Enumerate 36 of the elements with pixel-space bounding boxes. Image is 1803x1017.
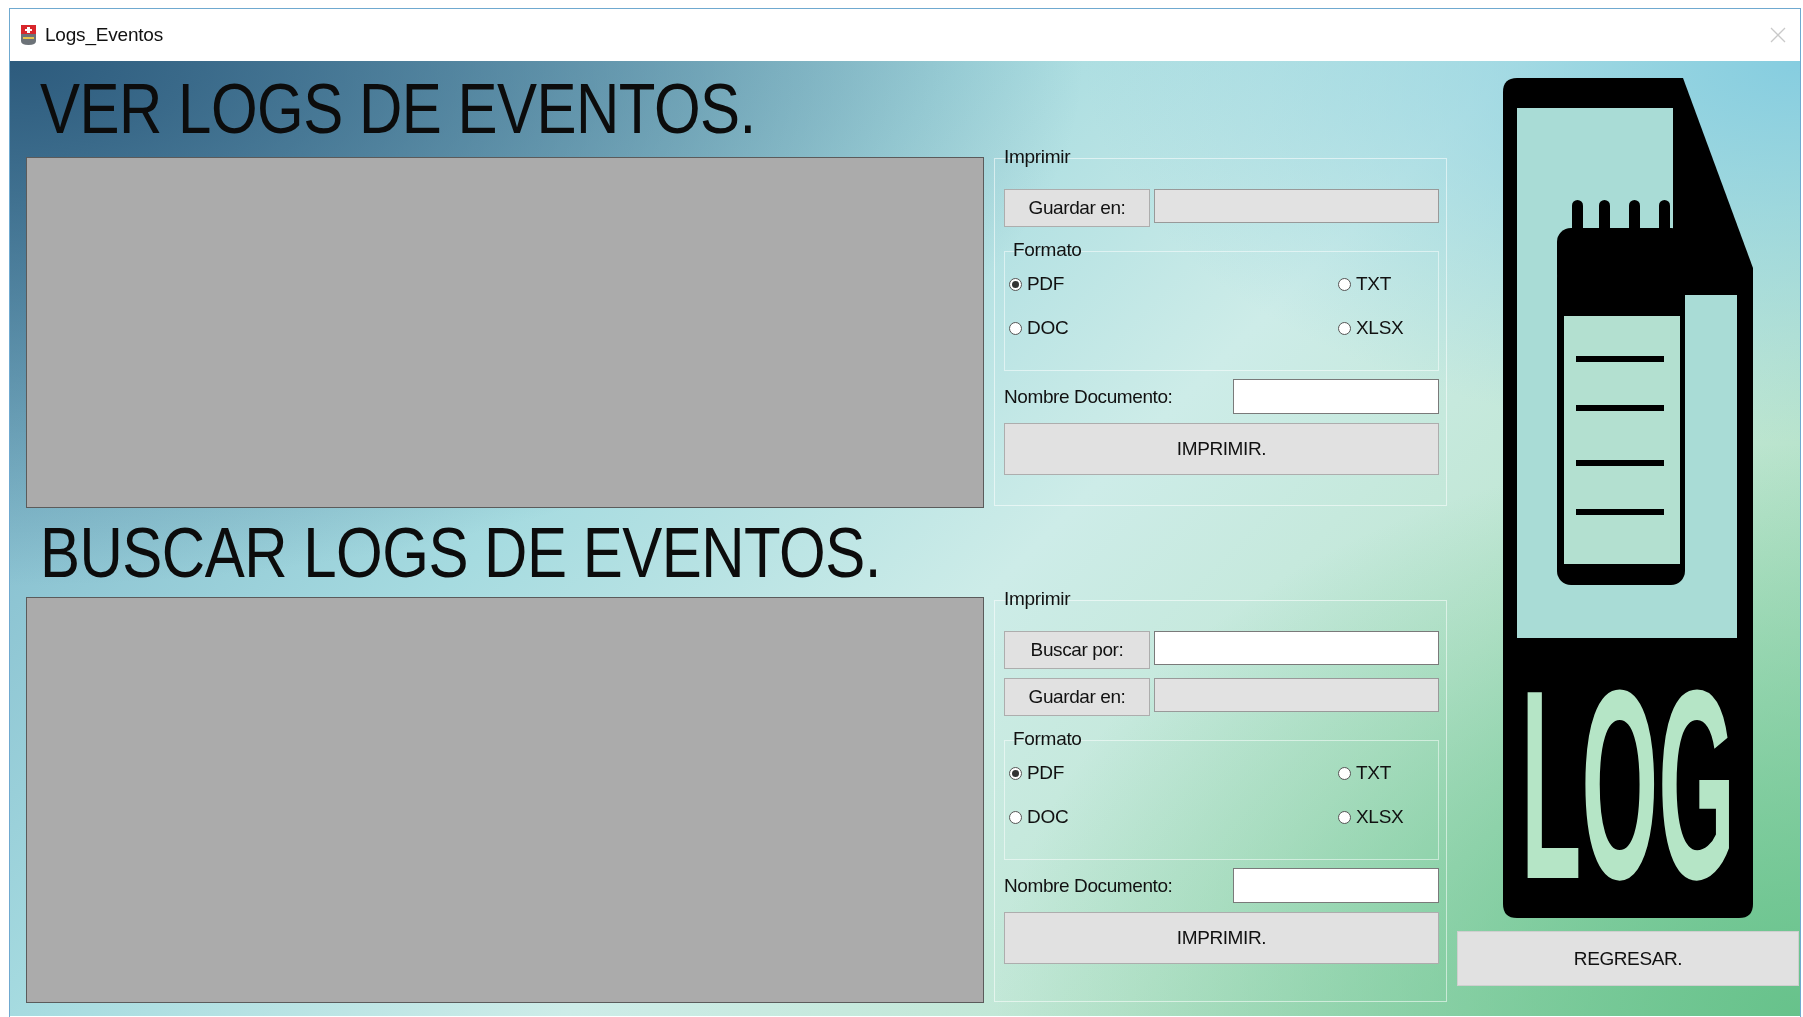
option-label[interactable]: TXT (1356, 273, 1391, 295)
app-icon (20, 24, 37, 46)
radio-button[interactable] (1338, 321, 1351, 335)
option-label[interactable]: DOC (1027, 806, 1069, 828)
field-label: Nombre Documento: (1004, 874, 1173, 897)
print-button[interactable]: IMPRIMIR. (1004, 912, 1439, 964)
group-title: Imprimir (1003, 146, 1072, 168)
radio-button[interactable] (1338, 277, 1351, 291)
option-label[interactable]: DOC (1027, 317, 1069, 339)
action-button[interactable]: Guardar en: (1004, 678, 1150, 716)
radio-button[interactable] (1009, 321, 1022, 335)
radio-button[interactable] (1338, 810, 1351, 824)
radio-button[interactable] (1009, 810, 1022, 824)
section-heading: BUSCAR LOGS DE EVENTOS. (39, 517, 881, 588)
option-label[interactable]: PDF (1027, 273, 1065, 295)
group-title: Formato (1012, 728, 1083, 750)
group-title: Formato (1012, 239, 1083, 261)
radio-button[interactable] (1338, 766, 1351, 780)
radio-button[interactable] (1009, 766, 1022, 780)
field-label: Nombre Documento: (1004, 385, 1173, 408)
text-field[interactable] (1233, 379, 1439, 414)
option-label[interactable]: XLSX (1356, 806, 1404, 828)
action-button[interactable]: Buscar por: (1004, 631, 1150, 669)
print-button[interactable]: IMPRIMIR. (1004, 423, 1439, 475)
back-button[interactable]: REGRESAR. (1457, 931, 1799, 986)
logo-text: LOG (1521, 633, 1736, 918)
option-label[interactable]: PDF (1027, 762, 1065, 784)
option-label[interactable]: TXT (1356, 762, 1391, 784)
action-button[interactable]: Guardar en: (1004, 189, 1150, 227)
text-field[interactable] (1233, 868, 1439, 903)
radio-button[interactable] (1009, 277, 1022, 291)
window-title: Logs_Eventos (45, 24, 165, 46)
text-field[interactable] (1154, 631, 1439, 665)
option-label[interactable]: XLSX (1356, 317, 1404, 339)
section-heading: VER LOGS DE EVENTOS. (39, 73, 756, 145)
group-title: Imprimir (1003, 588, 1072, 610)
